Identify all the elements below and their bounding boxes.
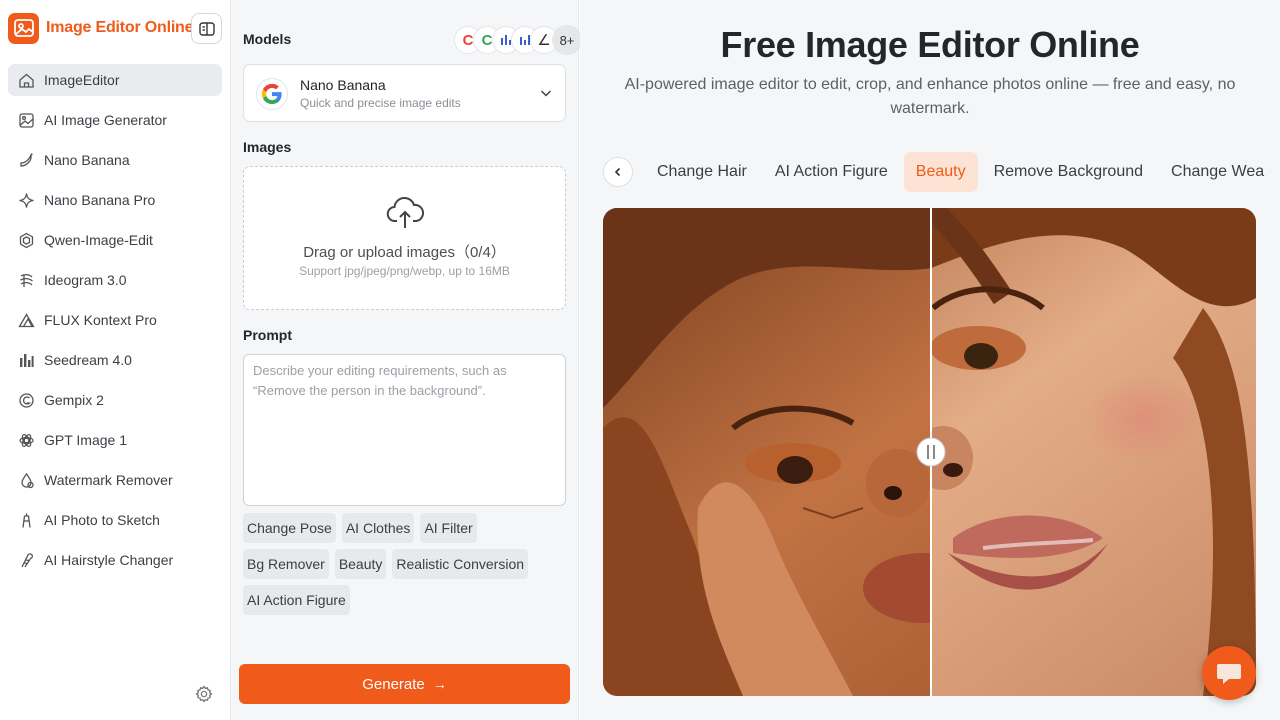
collapse-sidebar-button[interactable] — [191, 13, 222, 44]
sidebar-item-label: AI Image Generator — [44, 112, 167, 128]
sidebar-item-label: Nano Banana — [44, 152, 130, 168]
model-description: Quick and precise image edits — [300, 96, 461, 110]
sidebar-item-label: AI Photo to Sketch — [44, 512, 160, 528]
home-icon — [17, 71, 35, 89]
upload-hint: Support jpg/jpeg/png/webp, up to 16MB — [299, 264, 510, 278]
sidebar-item-label: Gempix 2 — [44, 392, 104, 408]
sidebar-item-ideogram[interactable]: Ideogram 3.0 — [8, 264, 222, 296]
sidebar-item-imageeditor[interactable]: ImageEditor — [8, 64, 222, 96]
chat-support-button[interactable] — [1202, 646, 1256, 700]
sidebar-item-nano-banana-pro[interactable]: Nano Banana Pro — [8, 184, 222, 216]
bars-icon — [17, 351, 35, 369]
arrow-right-icon: → — [432, 676, 447, 692]
models-label: Models — [243, 31, 292, 47]
sidebar: Image Editor Online ImageEditor AI Image… — [0, 0, 231, 720]
chip-ai-action-figure[interactable]: AI Action Figure — [243, 585, 350, 615]
sidebar-item-gempix[interactable]: Gempix 2 — [8, 384, 222, 416]
sidebar-toggle-icon — [198, 21, 215, 36]
model-name: Nano Banana — [300, 77, 386, 93]
image-upload-dropzone[interactable]: Drag or upload images（0/4） Support jpg/j… — [243, 166, 566, 310]
sidebar-item-label: Watermark Remover — [44, 472, 173, 488]
sidebar-item-label: Ideogram 3.0 — [44, 272, 127, 288]
sidebar-item-label: FLUX Kontext Pro — [44, 312, 157, 328]
chip-ai-filter[interactable]: AI Filter — [420, 513, 477, 543]
chip-realistic-conversion[interactable]: Realistic Conversion — [392, 549, 529, 579]
page-subtitle: AI-powered image editor to edit, crop, a… — [624, 76, 1236, 117]
cloud-upload-icon — [386, 196, 425, 228]
prompt-chips: Change Pose AI Clothes AI Filter Bg Remo… — [243, 513, 573, 621]
chat-icon — [1217, 664, 1241, 684]
sidebar-item-label: Seedream 4.0 — [44, 352, 132, 368]
editor-panel: Models C C ∠ 8+ Nano Banana Quick and pr… — [231, 0, 582, 720]
ideogram-icon — [17, 271, 35, 289]
model-select-dropdown[interactable]: Nano Banana Quick and precise image edit… — [243, 64, 566, 122]
flux-icon — [17, 311, 35, 329]
prompt-label: Prompt — [243, 327, 292, 343]
banana-icon — [17, 151, 35, 169]
chip-ai-clothes[interactable]: AI Clothes — [341, 513, 415, 543]
sidebar-nav: ImageEditor AI Image Generator Nano Bana… — [8, 64, 222, 584]
openai-icon — [17, 431, 35, 449]
tab-beauty[interactable]: Beauty — [903, 152, 978, 192]
generate-button[interactable]: Generate → — [239, 664, 570, 704]
tab-ai-action-figure[interactable]: AI Action Figure — [763, 152, 900, 192]
tab-remove-background[interactable]: Remove Background — [982, 152, 1155, 192]
watermark-icon — [17, 471, 35, 489]
chip-beauty[interactable]: Beauty — [334, 549, 387, 579]
sidebar-item-ai-image-generator[interactable]: AI Image Generator — [8, 104, 222, 136]
images-label: Images — [243, 139, 292, 155]
sidebar-item-watermark-remover[interactable]: Watermark Remover — [8, 464, 222, 496]
sidebar-item-label: AI Hairstyle Changer — [44, 552, 174, 568]
gempix-icon — [17, 391, 35, 409]
sidebar-item-gpt-image[interactable]: GPT Image 1 — [8, 424, 222, 456]
page-title: Free Image Editor Online — [720, 24, 1140, 65]
main-content: Free Image Editor Online AI-powered imag… — [580, 0, 1280, 720]
before-after-image — [603, 208, 1256, 696]
brand-name: Image Editor Online — [46, 19, 194, 36]
brand[interactable]: Image Editor Online — [8, 12, 194, 44]
sidebar-item-ai-photo-to-sketch[interactable]: AI Photo to Sketch — [8, 504, 222, 536]
compare-slider-handle[interactable] — [916, 437, 946, 467]
sidebar-item-label: ImageEditor — [44, 72, 120, 88]
model-avatars[interactable]: C C ∠ 8+ — [454, 25, 582, 55]
before-after-compare[interactable] — [603, 208, 1256, 696]
tab-change-weather[interactable]: Change Wea — [1159, 152, 1276, 192]
example-tabs: Change Hair AI Action Figure Beauty Remo… — [603, 152, 1280, 192]
prompt-input[interactable] — [243, 354, 566, 506]
hairstyle-icon — [17, 551, 35, 569]
sidebar-item-ai-hairstyle-changer[interactable]: AI Hairstyle Changer — [8, 544, 222, 576]
chip-change-pose[interactable]: Change Pose — [243, 513, 336, 543]
qwen-icon — [17, 231, 35, 249]
sidebar-item-label: Nano Banana Pro — [44, 192, 156, 208]
sidebar-item-nano-banana[interactable]: Nano Banana — [8, 144, 222, 176]
upload-title: Drag or upload images（0/4） — [303, 244, 506, 261]
sparkle-icon — [17, 191, 35, 209]
more-models-badge: 8+ — [552, 25, 582, 55]
chevron-left-icon — [614, 167, 621, 177]
chevron-down-icon — [540, 90, 552, 97]
brand-logo-icon — [8, 12, 39, 44]
generate-label: Generate — [362, 675, 425, 693]
chip-bg-remover[interactable]: Bg Remover — [243, 549, 329, 579]
tabs-prev-button[interactable] — [603, 157, 633, 187]
sidebar-item-flux-kontext-pro[interactable]: FLUX Kontext Pro — [8, 304, 222, 336]
image-icon — [17, 111, 35, 129]
sidebar-item-label: GPT Image 1 — [44, 432, 128, 448]
sketch-icon — [17, 511, 35, 529]
sidebar-item-seedream[interactable]: Seedream 4.0 — [8, 344, 222, 376]
google-g-icon — [256, 78, 288, 110]
sidebar-item-label: Qwen-Image-Edit — [44, 232, 153, 248]
settings-gear-icon[interactable] — [195, 685, 213, 703]
tab-change-hair[interactable]: Change Hair — [645, 152, 759, 192]
sidebar-item-qwen-image-edit[interactable]: Qwen-Image-Edit — [8, 224, 222, 256]
